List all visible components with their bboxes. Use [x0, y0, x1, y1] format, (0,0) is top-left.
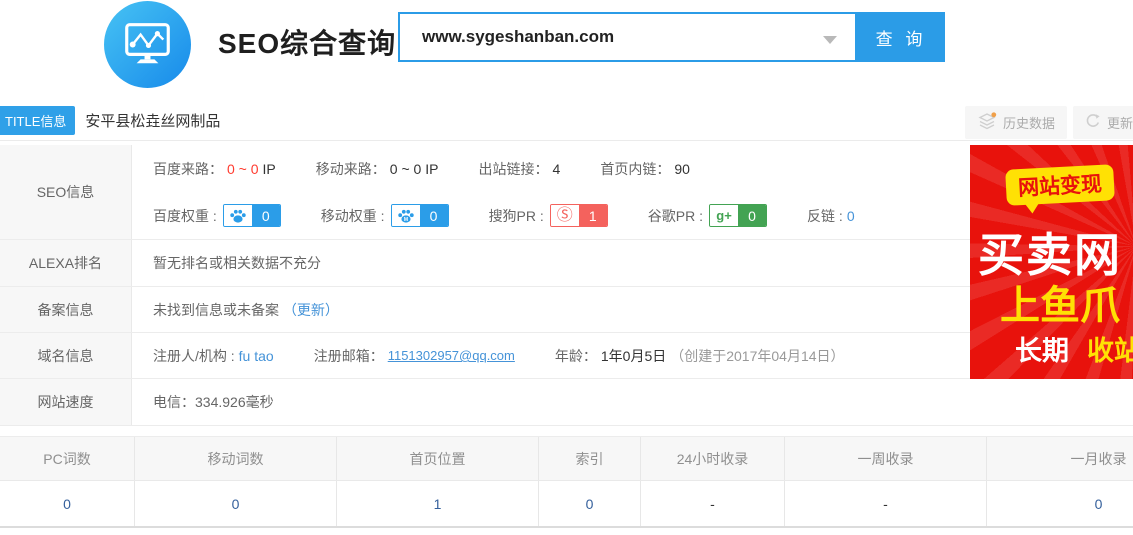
- svg-text:M: M: [403, 217, 407, 223]
- refresh-icon: [1085, 113, 1101, 132]
- week-collect-value: -: [883, 496, 888, 512]
- keyword-stats-table: PC词数 移动词数 首页位置 索引 24小时收录 一周收录 一月收录 0 0 1…: [0, 436, 1133, 528]
- seo-query-page: SEO综合查询 查 询 TITLE信息 安平县松垚丝网制品: [0, 0, 1133, 535]
- domain-age: 年龄： 1年0月5日 （创建于2017年04月14日）: [555, 346, 845, 366]
- ad-subline: 上鱼爪: [1000, 273, 1120, 331]
- sogou-icon: Ⓢ: [551, 205, 579, 226]
- mobile-weight: 移动权重 : M: [321, 204, 449, 227]
- index-link[interactable]: 0: [586, 496, 594, 512]
- stat-cell: 0: [986, 481, 1133, 526]
- dropdown-arrow-icon[interactable]: [823, 36, 837, 44]
- backlinks: 反链 : 0: [807, 206, 855, 226]
- outbound-links: 出站链接： 4: [479, 159, 561, 179]
- baidu-traffic: 百度来路： 0 ~ 0 IP: [153, 159, 276, 179]
- register-email: 注册邮箱： 1151302957@qq.com: [314, 346, 515, 366]
- registrant-link[interactable]: fu tao: [239, 348, 274, 364]
- pc-words-link[interactable]: 0: [63, 496, 71, 512]
- registrant: 注册人/机构 : fu tao: [153, 346, 274, 366]
- sogou-pr: 搜狗PR : Ⓢ 1: [489, 204, 608, 227]
- top-header: SEO综合查询 查 询: [0, 0, 1133, 100]
- row-icp: 备案信息 未找到信息或未备案 （更新）: [0, 287, 1133, 333]
- month-collect-link[interactable]: 0: [1095, 496, 1103, 512]
- baidu-weight: 百度权重 : 0: [153, 204, 281, 227]
- history-data-button[interactable]: 历史数据: [965, 106, 1067, 139]
- stats-header-row: PC词数 移动词数 首页位置 索引 24小时收录 一周收录 一月收录: [0, 437, 1133, 481]
- speed-value: 电信：334.926毫秒: [153, 392, 1133, 412]
- ad-banner[interactable]: 网站变现 买卖网 上鱼爪 长期收站: [970, 145, 1133, 379]
- col-header: 首页位置: [336, 437, 538, 480]
- site-title: 安平县松垚丝网制品: [85, 110, 220, 131]
- url-input[interactable]: [400, 14, 855, 60]
- row-label: ALEXA排名: [0, 240, 132, 286]
- row-label: 域名信息: [0, 333, 132, 378]
- row-label: SEO信息: [0, 145, 132, 239]
- baidu-paw-icon: [224, 205, 252, 226]
- ad-bubble-text: 网站变现: [1005, 164, 1115, 206]
- col-header: 一月收录: [986, 437, 1133, 480]
- baidu-weight-badge[interactable]: 0: [223, 204, 281, 227]
- url-input-wrap: [398, 12, 857, 62]
- col-header: 一周收录: [784, 437, 986, 480]
- col-header: 索引: [538, 437, 640, 480]
- ad-footline: 长期收站: [1015, 329, 1133, 368]
- row-label: 网站速度: [0, 379, 132, 425]
- mobile-words-link[interactable]: 0: [232, 496, 240, 512]
- home-inlinks: 首页内链： 90: [600, 159, 690, 179]
- home-position-link[interactable]: 1: [434, 496, 442, 512]
- title-bar-actions: 历史数据 更新: [965, 106, 1133, 139]
- title-bar: TITLE信息 安平县松垚丝网制品 历史数据: [0, 100, 1133, 141]
- stat-cell: 0: [134, 481, 336, 526]
- col-header: 24小时收录: [640, 437, 784, 480]
- row-alexa: ALEXA排名 暂无排名或相关数据不充分: [0, 240, 1133, 287]
- baidu-mobile-paw-icon: M: [392, 205, 420, 226]
- stat-cell: 0: [538, 481, 640, 526]
- stat-cell: 1: [336, 481, 538, 526]
- row-label: 备案信息: [0, 287, 132, 332]
- row-domain: 域名信息 注册人/机构 : fu tao 注册邮箱： 1151302957@qq…: [0, 333, 1133, 379]
- google-plus-icon: g+: [710, 205, 738, 226]
- query-button[interactable]: 查 询: [857, 12, 945, 62]
- stat-cell: -: [784, 481, 986, 526]
- layers-icon: [977, 112, 997, 133]
- stat-cell: -: [640, 481, 784, 526]
- row-seo-info: SEO信息 百度来路： 0 ~ 0 IP 移动来路： 0 ~ 0 IP 出站链接…: [0, 145, 1133, 240]
- row-speed: 网站速度 电信：334.926毫秒: [0, 379, 1133, 426]
- mobile-weight-badge[interactable]: M 0: [391, 204, 449, 227]
- info-table: 网站变现 买卖网 上鱼爪 长期收站 SEO信息 百度来路： 0 ~ 0 IP 移…: [0, 145, 1133, 426]
- sogou-pr-badge[interactable]: Ⓢ 1: [550, 204, 608, 227]
- monitor-chart-logo-icon: [104, 1, 191, 88]
- col-header: 移动词数: [134, 437, 336, 480]
- refresh-button[interactable]: 更新: [1073, 106, 1133, 139]
- title-tag: TITLE信息: [0, 106, 75, 135]
- day-collect-value: -: [710, 496, 715, 512]
- stats-value-row: 0 0 1 0 - - 0: [0, 481, 1133, 526]
- icp-update-link[interactable]: （更新）: [283, 302, 339, 318]
- mobile-traffic: 移动来路： 0 ~ 0 IP: [316, 159, 439, 179]
- stat-cell: 0: [0, 481, 134, 526]
- search-box: 查 询: [398, 12, 945, 62]
- google-pr: 谷歌PR : g+ 0: [648, 204, 767, 227]
- google-plus-icon-badge[interactable]: g+ 0: [709, 204, 767, 227]
- email-link[interactable]: 1151302957@qq.com: [388, 348, 515, 363]
- col-header: PC词数: [0, 437, 134, 480]
- page-title: SEO综合查询: [218, 22, 396, 62]
